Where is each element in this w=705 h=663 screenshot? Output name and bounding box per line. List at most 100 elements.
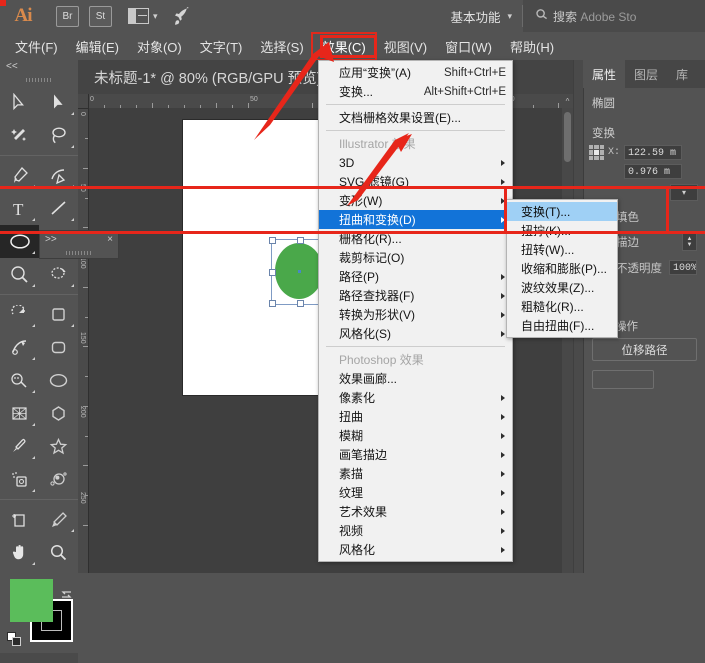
free-transform-tool[interactable] bbox=[0, 331, 39, 364]
perspective-grid-tool[interactable] bbox=[0, 397, 39, 430]
ruler-corner[interactable] bbox=[78, 94, 89, 109]
submenu-item-twirl[interactable]: 扭转(W)... bbox=[507, 240, 617, 259]
toolbar-grip[interactable] bbox=[0, 74, 78, 86]
shaper-tool[interactable] bbox=[0, 258, 39, 291]
toolbar-collapse-button[interactable]: << bbox=[0, 60, 78, 74]
transform-y-row: X: 0.976 m bbox=[583, 162, 705, 181]
tab-layers[interactable]: 图层 bbox=[625, 60, 667, 88]
menu-item-3d[interactable]: 3D bbox=[319, 153, 512, 172]
scroll-up-icon[interactable]: ^ bbox=[562, 96, 573, 108]
tools-panel: << bbox=[0, 60, 79, 573]
x-field[interactable]: 122.59 m bbox=[624, 145, 682, 160]
menu-item-stylize[interactable]: 风格化(S) bbox=[319, 324, 512, 343]
eyedropper-tool[interactable] bbox=[0, 430, 39, 463]
menu-item-blur[interactable]: 模糊 bbox=[319, 426, 512, 445]
polygon-tool[interactable] bbox=[39, 397, 78, 430]
menu-window[interactable]: 窗口(W) bbox=[436, 34, 501, 59]
ellipse-shape-icon[interactable] bbox=[39, 364, 78, 397]
vertical-ruler[interactable]: 0 50 100 150 200 250 bbox=[78, 94, 89, 573]
menu-file[interactable]: 文件(F) bbox=[6, 34, 67, 59]
artboard-tool[interactable] bbox=[0, 503, 39, 536]
bridge-button[interactable]: Br bbox=[56, 6, 79, 27]
menu-type[interactable]: 文字(T) bbox=[191, 34, 252, 59]
menu-item-label: 文档栅格效果设置(E)... bbox=[339, 109, 461, 126]
menu-separator bbox=[326, 104, 505, 105]
stroke-weight-stepper[interactable]: ▲▼ bbox=[682, 233, 697, 251]
vertical-scrollbar[interactable] bbox=[562, 108, 573, 573]
opacity-field[interactable]: 100% bbox=[669, 260, 697, 275]
menu-select[interactable]: 选择(S) bbox=[251, 34, 312, 59]
ruler-v-tick-150: 150 bbox=[79, 332, 86, 344]
menu-item-pathfinder[interactable]: 路径查找器(F) bbox=[319, 286, 512, 305]
flare-tool[interactable] bbox=[39, 463, 78, 496]
direct-selection-tool[interactable] bbox=[39, 86, 78, 119]
rounded-rectangle-preview[interactable] bbox=[39, 331, 78, 364]
menu-item-distort[interactable]: 扭曲 bbox=[319, 407, 512, 426]
close-icon[interactable]: × bbox=[107, 234, 113, 245]
menu-separator bbox=[326, 346, 505, 347]
menu-help[interactable]: 帮助(H) bbox=[501, 34, 563, 59]
arrange-documents-button[interactable]: ▾ bbox=[128, 8, 158, 24]
y-field[interactable]: 0.976 m bbox=[624, 164, 682, 179]
reference-point-grid-icon[interactable] bbox=[589, 145, 604, 160]
pencil-tool[interactable] bbox=[39, 258, 78, 291]
ruler-v-tick-200: 200 bbox=[79, 406, 86, 418]
menu-item-artistic[interactable]: 艺术效果 bbox=[319, 502, 512, 521]
swap-fill-stroke-icon[interactable] bbox=[59, 587, 74, 605]
selection-tool[interactable] bbox=[0, 86, 39, 119]
shape-builder-tool[interactable] bbox=[0, 364, 39, 397]
ruler-h-tick-50: 50 bbox=[250, 96, 258, 103]
popout-grip[interactable] bbox=[40, 247, 118, 258]
fill-swatch[interactable] bbox=[10, 579, 53, 622]
magic-wand-tool[interactable] bbox=[0, 119, 39, 152]
transform-section-label: 变换 bbox=[583, 113, 705, 143]
menu-item-label: 扭曲 bbox=[339, 408, 363, 425]
menu-item-effect-gallery[interactable]: 效果画廊... bbox=[319, 369, 512, 388]
symbol-sprayer-tool[interactable] bbox=[0, 463, 39, 496]
menu-item-brush-strokes[interactable]: 画笔描边 bbox=[319, 445, 512, 464]
stock-button[interactable]: St bbox=[89, 6, 112, 27]
tab-properties[interactable]: 属性 bbox=[583, 60, 625, 88]
popout-expand-icon[interactable]: >> bbox=[45, 234, 57, 245]
slice-tool[interactable] bbox=[39, 503, 78, 536]
workspace-switcher[interactable]: 基本功能 ▾ bbox=[450, 7, 522, 26]
menu-item-pixelate[interactable]: 像素化 bbox=[319, 388, 512, 407]
hand-tool[interactable] bbox=[0, 536, 39, 569]
default-fill-stroke-button[interactable] bbox=[7, 632, 22, 647]
star-tool[interactable] bbox=[39, 430, 78, 463]
menu-item-apply-transform[interactable]: 应用“变换”(A) Shift+Ctrl+E bbox=[319, 63, 512, 82]
submenu-item-pucker-bloat[interactable]: 收缩和膨胀(P)... bbox=[507, 259, 617, 278]
menu-item-video[interactable]: 视频 bbox=[319, 521, 512, 540]
submenu-item-zig-zag[interactable]: 波纹效果(Z)... bbox=[507, 278, 617, 297]
menu-item-texture[interactable]: 纹理 bbox=[319, 483, 512, 502]
menu-item-label: 视频 bbox=[339, 522, 363, 539]
submenu-item-free-distort[interactable]: 自由扭曲(F)... bbox=[507, 316, 617, 335]
rocket-icon[interactable] bbox=[172, 6, 192, 26]
lasso-tool[interactable] bbox=[39, 119, 78, 152]
rotate-tool[interactable] bbox=[0, 298, 39, 331]
tab-libraries[interactable]: 库 bbox=[667, 60, 697, 88]
quick-action-secondary-button[interactable] bbox=[592, 370, 654, 389]
menu-edit[interactable]: 编辑(E) bbox=[67, 34, 128, 59]
width-tool[interactable] bbox=[39, 298, 78, 331]
menu-item-shortcut: Alt+Shift+Ctrl+E bbox=[410, 86, 506, 98]
chevron-down-icon: ▾ bbox=[153, 11, 158, 22]
menu-item-document-raster-settings[interactable]: 文档栅格效果设置(E)... bbox=[319, 108, 512, 127]
menu-item-label: 素描 bbox=[339, 465, 363, 482]
search-input[interactable]: 搜索 Adobe Sto bbox=[523, 0, 705, 32]
menu-item-convert-to-shape[interactable]: 转换为形状(V) bbox=[319, 305, 512, 324]
menu-item-label: 变换... bbox=[339, 83, 373, 100]
menu-item-transform[interactable]: 变换... Alt+Shift+Ctrl+E bbox=[319, 82, 512, 101]
menu-view[interactable]: 视图(V) bbox=[375, 34, 436, 59]
menu-item-stylize-ps[interactable]: 风格化 bbox=[319, 540, 512, 559]
menu-item-label: 画笔描边 bbox=[339, 446, 387, 463]
submenu-item-roughen[interactable]: 粗糙化(R)... bbox=[507, 297, 617, 316]
offset-path-button[interactable]: 位移路径 bbox=[592, 338, 697, 361]
menu-item-label: 效果画廊... bbox=[339, 370, 397, 387]
menu-item-sketch[interactable]: 素描 bbox=[319, 464, 512, 483]
zoom-tool[interactable] bbox=[39, 536, 78, 569]
menu-item-crop-marks[interactable]: 裁剪标记(O) bbox=[319, 248, 512, 267]
arrange-documents-icon bbox=[128, 8, 149, 24]
menu-item-path[interactable]: 路径(P) bbox=[319, 267, 512, 286]
menu-object[interactable]: 对象(O) bbox=[128, 34, 191, 59]
